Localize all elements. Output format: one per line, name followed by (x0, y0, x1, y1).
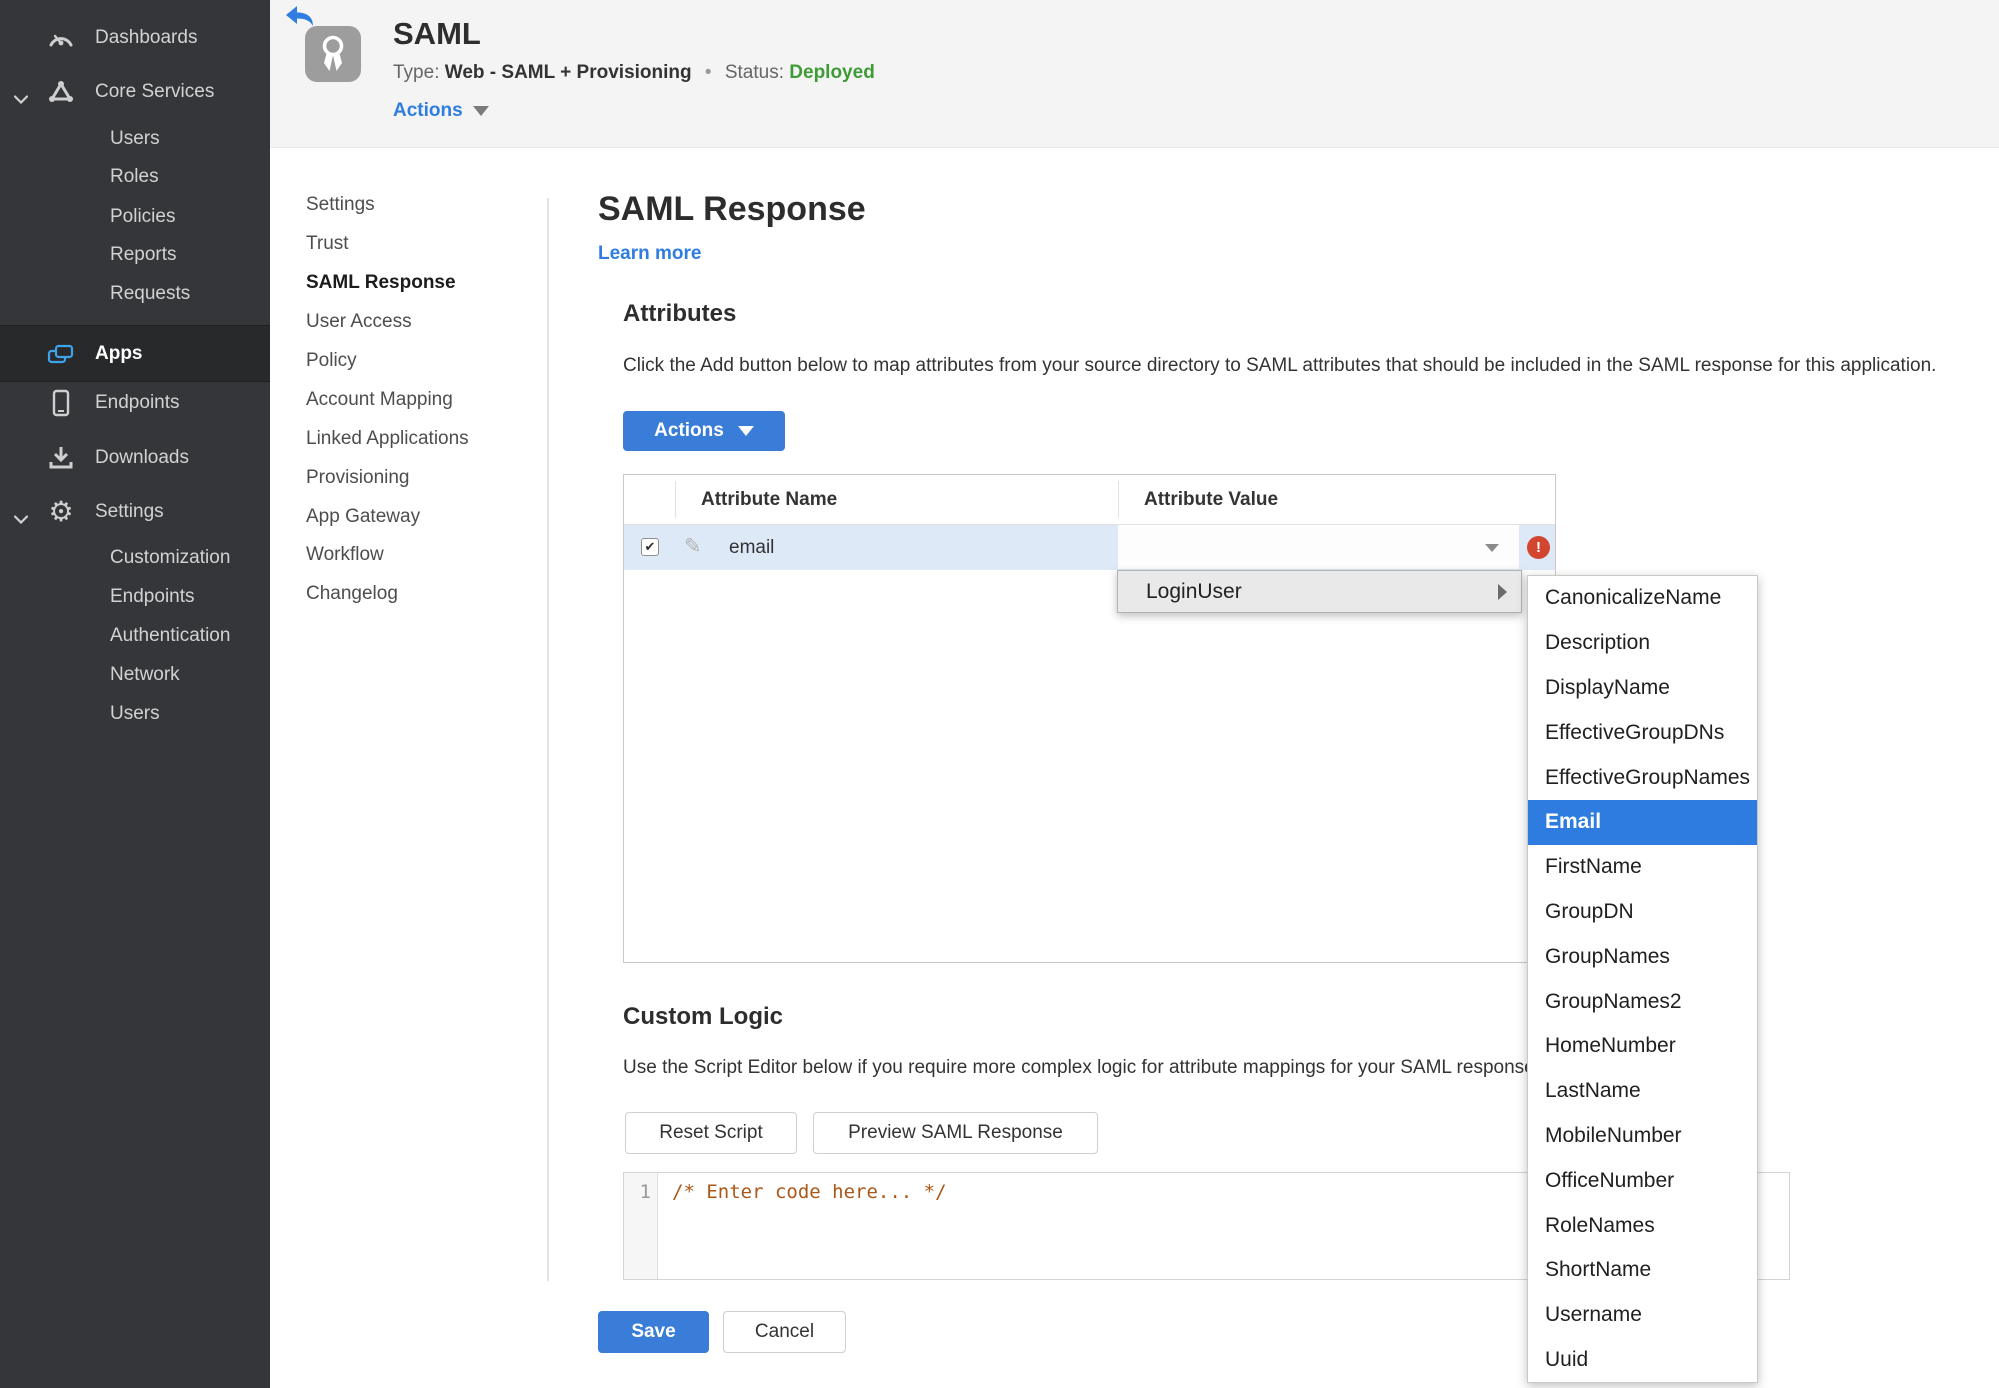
type-label: Type: (393, 62, 440, 83)
sidebar-item-network[interactable]: Network (0, 655, 270, 695)
sidebar-item-settings[interactable]: ⚙ Settings (0, 492, 270, 532)
editor-line-number: 1 (624, 1173, 658, 1279)
vertical-divider (547, 198, 549, 1281)
subnav-item[interactable]: Changelog (306, 575, 536, 614)
submenu-item[interactable]: CanonicalizeName (1528, 576, 1757, 621)
attribute-name-cell: email (729, 537, 775, 558)
status-label: Status: (724, 62, 784, 83)
app-subnav: Settings Trust SAML Response User Access Pol… (306, 186, 536, 614)
apps-icon (46, 339, 76, 369)
submenu-item[interactable]: OfficeNumber (1528, 1158, 1757, 1203)
subnav-item[interactable]: Account Mapping (306, 380, 536, 419)
reset-script-button[interactable]: Reset Script (625, 1112, 797, 1154)
chevron-down-icon (13, 508, 29, 530)
submenu-item[interactable]: Username (1528, 1293, 1757, 1338)
sidebar-item-roles[interactable]: Roles (0, 157, 270, 197)
edit-pencil-icon[interactable]: ✎ (684, 534, 702, 559)
sidebar-item-apps[interactable]: Apps (0, 325, 270, 382)
chevron-down-icon (472, 106, 489, 116)
submenu-item[interactable]: GroupNames2 (1528, 979, 1757, 1024)
sidebar-item-requests[interactable]: Requests (0, 274, 270, 314)
sidebar-item-core-services[interactable]: Core Services (0, 72, 270, 112)
submenu-item[interactable]: Email (1528, 799, 1757, 845)
subnav-item[interactable]: Linked Applications (306, 419, 536, 458)
submenu-item[interactable]: DisplayName (1528, 666, 1757, 711)
column-separator (675, 481, 676, 518)
error-icon: ! (1527, 536, 1550, 559)
attribute-value-submenu: CanonicalizeName Description DisplayName Ef… (1527, 575, 1758, 1384)
attributes-table: Attribute Name Attribute Value ✔ ✎ email… (623, 474, 1556, 963)
sidebar-item-users[interactable]: Users (0, 119, 270, 159)
submenu-item[interactable]: MobileNumber (1528, 1114, 1757, 1159)
app-header: SAML Type: Web - SAML + Provisioning • S… (270, 0, 1999, 148)
subnav-item[interactable]: Workflow (306, 536, 536, 575)
cancel-button[interactable]: Cancel (723, 1311, 846, 1353)
submenu-arrow-icon (1498, 584, 1507, 600)
submenu-item[interactable]: EffectiveGroupNames (1528, 755, 1757, 800)
attributes-actions-button[interactable]: Actions (623, 411, 785, 451)
download-icon (46, 443, 76, 473)
preview-saml-response-button[interactable]: Preview SAML Response (813, 1112, 1098, 1154)
sidebar-item-dashboards[interactable]: Dashboards (0, 18, 270, 58)
page-title: SAML (393, 16, 481, 51)
core-services-icon (46, 77, 76, 107)
sidebar-item-authentication[interactable]: Authentication (0, 616, 270, 656)
custom-logic-description: Use the Script Editor below if you requi… (623, 1057, 1540, 1078)
attributes-description: Click the Add button below to map attrib… (623, 355, 1937, 376)
sidebar-item-policies[interactable]: Policies (0, 197, 270, 237)
app-root: Dashboards Core Services Users Roles Pol… (0, 0, 1999, 1388)
meta-separator: • (704, 62, 712, 83)
subnav-item[interactable]: App Gateway (306, 497, 536, 536)
chevron-down-icon (13, 88, 29, 110)
submenu-item[interactable]: GroupNames (1528, 934, 1757, 979)
chevron-down-icon (1485, 544, 1499, 552)
submenu-item[interactable]: GroupDN (1528, 890, 1757, 935)
subnav-item[interactable]: Provisioning (306, 458, 536, 497)
subnav-item[interactable]: Trust (306, 225, 536, 264)
header-actions-menu[interactable]: Actions (393, 100, 489, 122)
sidebar-item-reports[interactable]: Reports (0, 235, 270, 275)
column-header-attribute-name: Attribute Name (701, 489, 838, 510)
type-value: Web - SAML + Provisioning (444, 62, 692, 83)
sidebar: Dashboards Core Services Users Roles Pol… (0, 0, 270, 1388)
submenu-item[interactable]: Uuid (1528, 1338, 1757, 1383)
row-checkbox[interactable]: ✔ (641, 538, 659, 556)
chevron-down-icon (737, 426, 754, 436)
submenu-item[interactable]: FirstName (1528, 845, 1757, 890)
sidebar-item-settings-endpoints[interactable]: Endpoints (0, 577, 270, 617)
subnav-item[interactable]: Policy (306, 342, 536, 381)
gear-icon: ⚙ (48, 496, 74, 527)
subnav-item[interactable]: Settings (306, 186, 536, 225)
submenu-item[interactable]: LastName (1528, 1069, 1757, 1114)
saml-app-icon (305, 26, 361, 82)
custom-logic-heading: Custom Logic (623, 1003, 783, 1030)
sidebar-item-customization[interactable]: Customization (0, 538, 270, 578)
column-header-attribute-value: Attribute Value (1144, 489, 1279, 510)
sidebar-item-downloads[interactable]: Downloads (0, 438, 270, 478)
mobile-icon (46, 388, 76, 418)
save-button[interactable]: Save (598, 1311, 709, 1353)
subnav-item[interactable]: User Access (306, 303, 536, 342)
attribute-value-select[interactable] (1118, 525, 1519, 569)
submenu-item[interactable]: RoleNames (1528, 1203, 1757, 1248)
column-separator (1118, 481, 1119, 518)
subnav-item[interactable]: SAML Response (306, 264, 536, 303)
sidebar-item-endpoints[interactable]: Endpoints (0, 383, 270, 423)
submenu-item[interactable]: ShortName (1528, 1248, 1757, 1293)
submenu-item[interactable]: Description (1528, 621, 1757, 666)
submenu-item[interactable]: EffectiveGroupDNs (1528, 710, 1757, 755)
status-badge: Deployed (789, 62, 875, 83)
submenu-item[interactable]: HomeNumber (1528, 1024, 1757, 1069)
sidebar-item-settings-users[interactable]: Users (0, 694, 270, 734)
table-row[interactable]: ✔ ✎ email ! (624, 525, 1555, 570)
table-header: Attribute Name Attribute Value (624, 475, 1555, 525)
section-title: SAML Response (598, 190, 866, 228)
learn-more-link[interactable]: Learn more (598, 243, 701, 265)
editor-code[interactable]: /* Enter code here... */ (658, 1173, 947, 1279)
value-menu-loginuser[interactable]: LoginUser (1117, 570, 1522, 613)
gauge-icon (46, 23, 76, 53)
app-meta: Type: Web - SAML + Provisioning • Status… (393, 62, 875, 84)
attributes-heading: Attributes (623, 300, 737, 327)
